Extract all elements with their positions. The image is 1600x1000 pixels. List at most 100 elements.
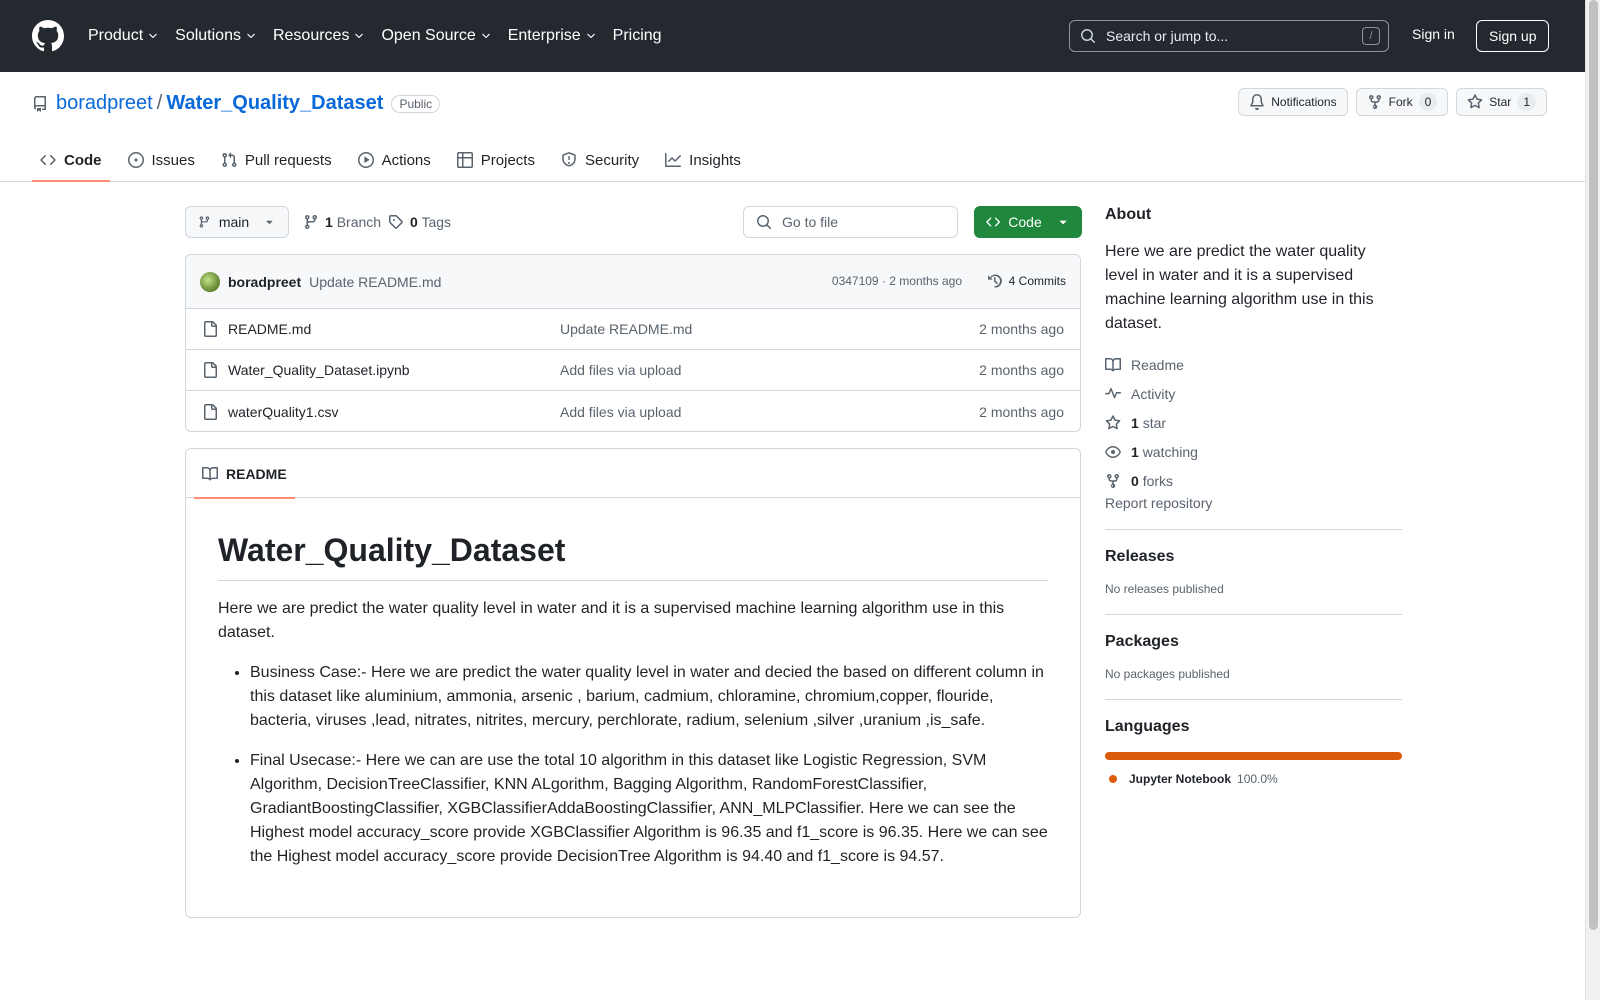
scrollbar-thumb[interactable] [1589, 0, 1598, 930]
tab-code[interactable]: Code [32, 138, 110, 182]
code-button-label: Code [1008, 214, 1042, 230]
repo-path-separator: / [156, 92, 163, 114]
stars-label: star [1142, 414, 1167, 431]
tab-label: Insights [689, 151, 741, 169]
file-commit-message-link[interactable]: Add files via upload [560, 404, 681, 420]
packages-heading[interactable]: Packages [1105, 633, 1402, 651]
readme-panel: README Water_Quality_Dataset Here we are… [185, 448, 1081, 918]
fork-count: 0 [1418, 93, 1438, 111]
releases-heading[interactable]: Releases [1105, 548, 1402, 566]
notifications-button[interactable]: Notifications [1238, 88, 1348, 116]
readme-link[interactable]: Readme [1105, 350, 1402, 379]
commit-message-link[interactable]: Update README.md [309, 274, 441, 290]
chevron-down-icon [355, 33, 364, 39]
pull-request-icon [222, 152, 237, 168]
eye-icon [1105, 445, 1121, 458]
fork-icon [1368, 94, 1381, 110]
commits-history-link[interactable]: 4 Commits [987, 273, 1066, 289]
tab-issues[interactable]: Issues [120, 138, 203, 182]
file-commit-date: 2 months ago [979, 362, 1064, 378]
search-input[interactable]: Search or jump to... / [1069, 20, 1389, 52]
language-item[interactable]: Jupyter Notebook 100.0% [1105, 772, 1402, 786]
tab-label: Pull requests [244, 151, 332, 169]
language-color-dot [1109, 775, 1117, 783]
branch-select-button[interactable]: main [185, 206, 289, 238]
report-repository-link[interactable]: Report repository [1105, 495, 1212, 511]
sign-up-button[interactable]: Sign up [1476, 20, 1550, 52]
activity-link[interactable]: Activity [1105, 379, 1402, 408]
branch-icon [199, 216, 210, 228]
top-nav-label: Enterprise [507, 27, 581, 44]
forks-link[interactable]: 0 forks [1105, 466, 1402, 495]
tag-label: Tags [421, 214, 452, 230]
forks-count: 0 [1131, 472, 1139, 489]
chevron-down-icon [586, 33, 595, 39]
file-commit-message-link[interactable]: Update README.md [560, 321, 692, 337]
top-nav-pricing[interactable]: Pricing [613, 27, 671, 45]
file-name-link[interactable]: waterQuality1.csv [228, 404, 338, 420]
github-logo-icon[interactable] [32, 20, 64, 52]
file-commit-date: 2 months ago [979, 403, 1064, 420]
tab-security[interactable]: Security [553, 138, 647, 182]
language-percent: 100.0% [1237, 772, 1278, 786]
readme-header: README [186, 449, 1080, 499]
top-nav-label: Open Source [381, 27, 476, 44]
top-nav-solutions[interactable]: Solutions [175, 27, 266, 45]
branch-count: 1 [325, 214, 333, 230]
tab-insights[interactable]: Insights [657, 138, 749, 182]
code-dropdown-button[interactable]: Code [974, 206, 1082, 238]
releases-section: Releases No releases published [1105, 529, 1402, 596]
fork-button[interactable]: Fork 0 [1355, 88, 1449, 116]
book-icon [1105, 357, 1121, 371]
readme-content: Water_Quality_Dataset Here we are predic… [186, 498, 1080, 869]
search-shortcut-key: / [1362, 27, 1380, 45]
branch-bar: main 1 Branch 0 Tags Go to file Code [185, 206, 1082, 238]
tags-link[interactable]: 0 Tags [388, 214, 451, 230]
sign-in-link[interactable]: Sign in [1412, 26, 1455, 42]
go-to-file-input[interactable]: Go to file [743, 206, 958, 238]
branches-link[interactable]: 1 Branch [303, 214, 381, 230]
page-scrollbar[interactable] [1585, 0, 1600, 1000]
issue-icon [127, 152, 144, 168]
readme-tab-label: README [226, 465, 287, 482]
latest-commit-row: boradpreet Update README.md 0347109 · 2 … [186, 255, 1080, 309]
play-icon [357, 152, 374, 168]
chevron-down-icon [247, 33, 255, 39]
list-item: Final Usecase:- Here we can are use the … [250, 749, 1048, 869]
file-name-link[interactable]: README.md [228, 321, 311, 337]
repo-title: boradpreet / Water_Quality_Dataset Publi… [32, 92, 441, 115]
repo-header: boradpreet / Water_Quality_Dataset Publi… [0, 72, 1585, 182]
repo-actions: Notifications Fork 0 Star 1 [1238, 88, 1547, 116]
fork-label: Fork [1388, 95, 1413, 109]
repo-sidebar: About Here we are predict the water qual… [1105, 206, 1402, 786]
repo-owner-link[interactable]: boradpreet [56, 92, 153, 115]
tab-pull-requests[interactable]: Pull requests [213, 138, 340, 182]
file-icon [204, 362, 217, 378]
commit-meta[interactable]: 0347109 · 2 months ago [832, 274, 962, 288]
tab-projects[interactable]: Projects [449, 138, 543, 182]
search-icon [1081, 29, 1096, 44]
star-count: 1 [1517, 93, 1536, 111]
branch-label: Branch [336, 214, 382, 230]
star-icon [1467, 94, 1483, 109]
fork-icon [1107, 473, 1119, 488]
file-commit-message-link[interactable]: Add files via upload [560, 362, 681, 378]
top-nav-resources[interactable]: Resources [273, 27, 374, 45]
top-nav-open-source[interactable]: Open Source [381, 27, 500, 45]
watchers-link[interactable]: 1 watching [1105, 437, 1402, 466]
commit-author-link[interactable]: boradpreet [228, 274, 301, 290]
readme-tab[interactable]: README [194, 449, 295, 499]
repo-name-link[interactable]: Water_Quality_Dataset [166, 92, 383, 115]
avatar[interactable] [200, 271, 220, 292]
tab-actions[interactable]: Actions [350, 138, 439, 182]
code-icon [986, 217, 1001, 227]
packages-section: Packages No packages published [1105, 614, 1402, 681]
star-button[interactable]: Star 1 [1456, 88, 1547, 116]
shield-icon [562, 152, 576, 167]
stars-link[interactable]: 1 star [1105, 408, 1402, 437]
visibility-badge: Public [391, 94, 441, 113]
languages-heading: Languages [1105, 718, 1190, 735]
file-name-link[interactable]: Water_Quality_Dataset.ipynb [228, 362, 410, 378]
top-nav-product[interactable]: Product [88, 27, 168, 45]
top-nav-enterprise[interactable]: Enterprise [508, 27, 606, 45]
